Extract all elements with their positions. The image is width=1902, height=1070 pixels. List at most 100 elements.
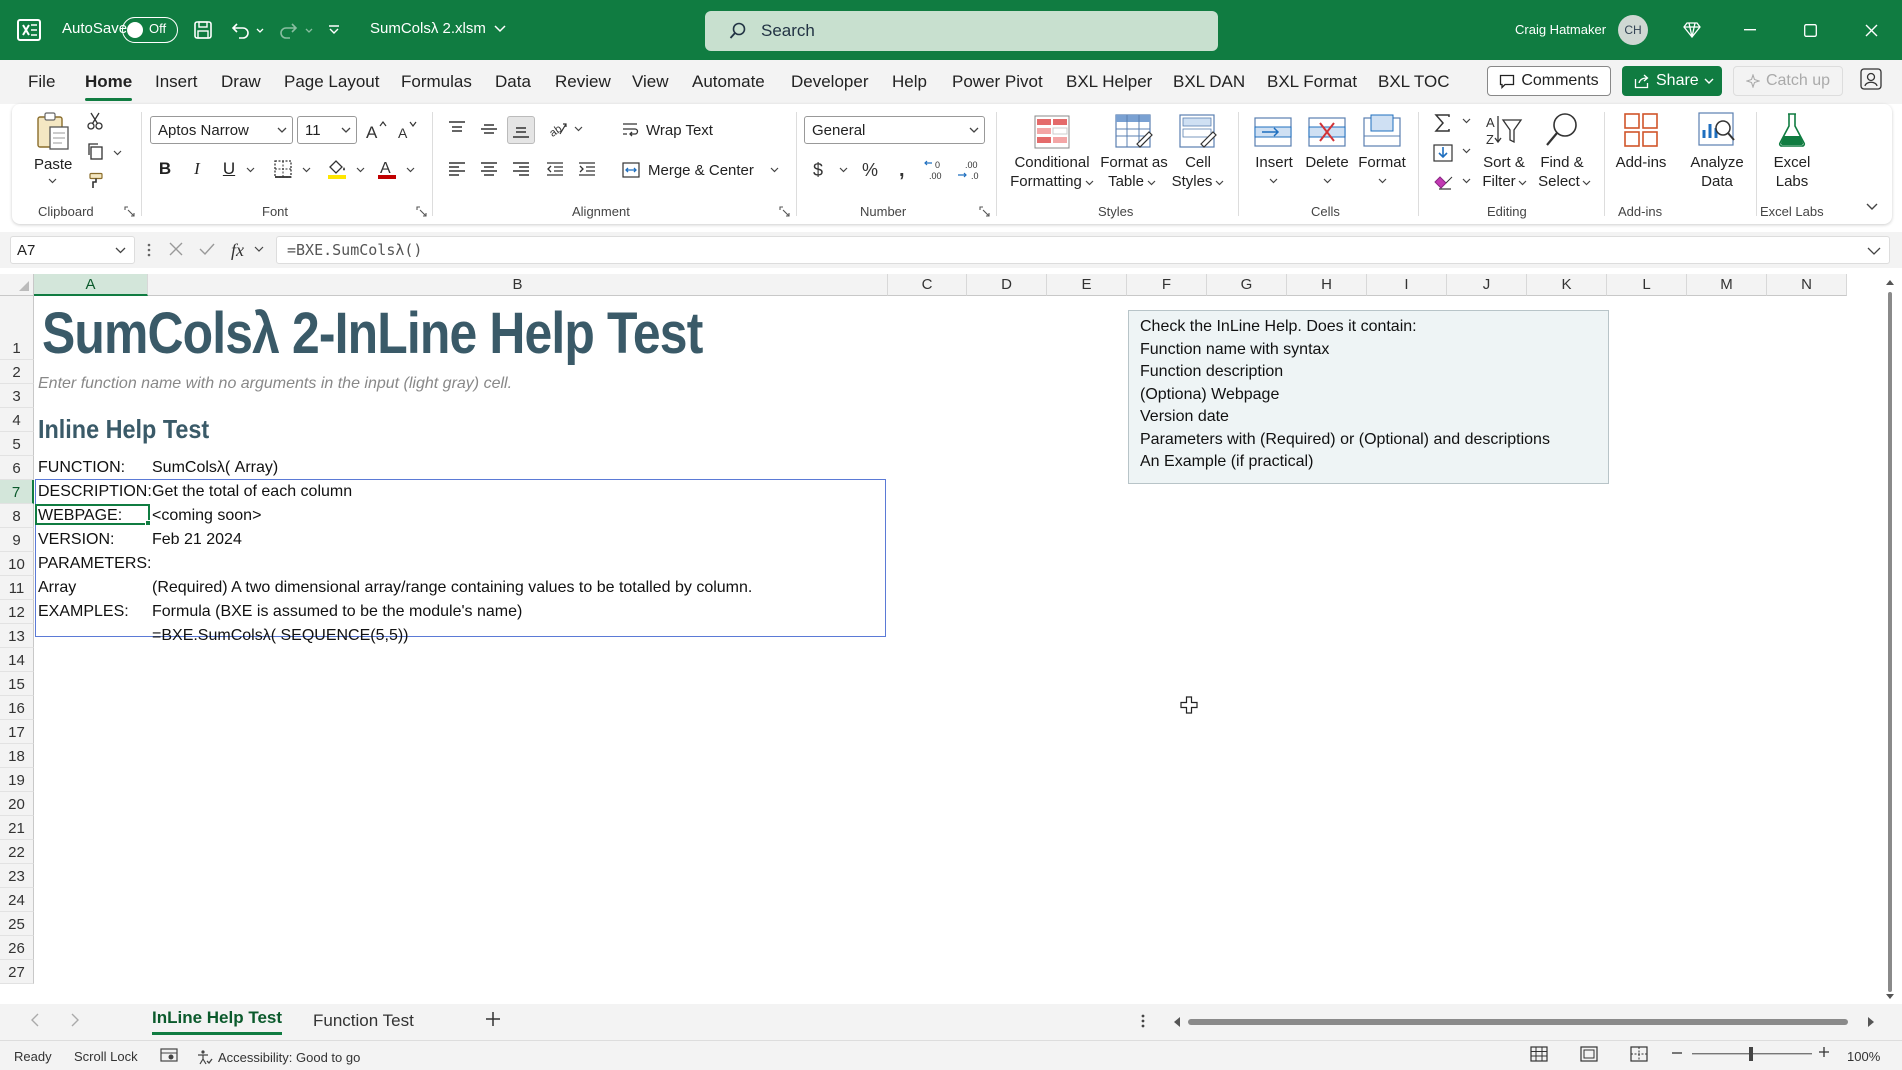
wrap-text-button[interactable]: Wrap Text <box>622 116 713 144</box>
row-header-1[interactable]: 1 <box>0 296 34 360</box>
name-box[interactable]: A7 <box>10 236 135 264</box>
delete-dropdown-icon[interactable] <box>1322 176 1332 186</box>
help-value-cell[interactable]: <coming soon> <box>152 507 261 525</box>
fill-color-dropdown-icon[interactable] <box>354 165 366 175</box>
italic-button[interactable]: I <box>184 155 210 183</box>
font-size-select[interactable]: 11 <box>297 116 357 144</box>
help-value-cell[interactable]: Get the total of each column <box>152 483 352 501</box>
status-scroll-lock[interactable]: Scroll Lock <box>74 1049 138 1064</box>
column-header-k[interactable]: K <box>1527 274 1607 296</box>
orientation-icon[interactable]: ab <box>545 116 571 142</box>
select-all-corner[interactable] <box>0 274 34 296</box>
tab-page-layout[interactable]: Page Layout <box>284 72 379 92</box>
row-header-16[interactable]: 16 <box>0 696 34 720</box>
row-header-18[interactable]: 18 <box>0 744 34 768</box>
tab-home[interactable]: Home <box>85 72 133 101</box>
row-header-22[interactable]: 22 <box>0 840 34 864</box>
tab-bxl-dan[interactable]: BXL DAN <box>1173 72 1245 92</box>
row-header-19[interactable]: 19 <box>0 768 34 792</box>
tab-file[interactable]: File <box>28 72 55 92</box>
row-header-14[interactable]: 14 <box>0 648 34 672</box>
avatar[interactable]: CH <box>1618 15 1648 45</box>
column-header-c[interactable]: C <box>888 274 967 296</box>
more-options-icon[interactable] <box>1141 1013 1149 1031</box>
insert-cells-label[interactable]: Insert <box>1254 153 1294 172</box>
sheet-tab-inline-help-test[interactable]: InLine Help Test <box>152 1008 283 1035</box>
row-header-13[interactable]: 13 <box>0 624 34 648</box>
column-header-f[interactable]: F <box>1127 274 1207 296</box>
autosave-toggle[interactable]: Off <box>122 17 178 43</box>
fill-dropdown-icon[interactable] <box>1460 146 1472 156</box>
tab-power-pivot[interactable]: Power Pivot <box>952 72 1043 92</box>
format-as-table-dropdown-icon[interactable] <box>1146 178 1156 188</box>
insert-dropdown-icon[interactable] <box>1268 176 1278 186</box>
tab-bxl-toc[interactable]: BXL TOC <box>1378 72 1450 92</box>
row-header-3[interactable]: 3 <box>0 384 34 408</box>
borders-icon[interactable] <box>270 155 296 183</box>
tab-help[interactable]: Help <box>892 72 927 92</box>
cell-styles-label-2[interactable]: Styles <box>1166 172 1218 191</box>
tab-view[interactable]: View <box>632 72 669 92</box>
top-align-icon[interactable] <box>444 116 470 142</box>
row-header-12[interactable]: 12 <box>0 600 34 624</box>
cancel-entry-icon[interactable] <box>168 241 186 259</box>
row-header-21[interactable]: 21 <box>0 816 34 840</box>
row-header-27[interactable]: 27 <box>0 960 34 984</box>
help-value-cell[interactable]: Feb 21 2024 <box>152 531 242 549</box>
find-select-label-2[interactable]: Select <box>1534 172 1584 191</box>
add-ins-label[interactable]: Add-ins <box>1615 153 1667 172</box>
copy-icon[interactable] <box>84 140 106 162</box>
tab-bxl-format[interactable]: BXL Format <box>1267 72 1357 92</box>
format-as-table-label-1[interactable]: Format as <box>1098 153 1170 172</box>
increase-indent-icon[interactable] <box>574 156 600 182</box>
clear-dropdown-icon[interactable] <box>1460 176 1472 186</box>
find-select-dropdown-icon[interactable] <box>1581 178 1591 188</box>
sort-filter-label-2[interactable]: Filter <box>1478 172 1520 191</box>
row-header-25[interactable]: 25 <box>0 912 34 936</box>
cell-styles-dropdown-icon[interactable] <box>1214 178 1224 188</box>
conditional-formatting-icon[interactable] <box>1032 112 1072 152</box>
align-left-icon[interactable] <box>444 156 470 182</box>
analyze-data-icon[interactable] <box>1697 110 1737 150</box>
number-format-select[interactable]: General <box>804 116 985 144</box>
row-header-8[interactable]: 8 <box>0 504 34 528</box>
row-header-11[interactable]: 11 <box>0 576 34 600</box>
share-button[interactable]: Share <box>1622 66 1722 96</box>
row-header-7[interactable]: 7 <box>0 480 34 504</box>
paste-label[interactable]: Paste <box>34 155 72 174</box>
font-color-icon[interactable]: A <box>374 155 400 183</box>
increase-decimal-icon[interactable]: 0.00 <box>922 156 950 184</box>
decrease-indent-icon[interactable] <box>542 156 568 182</box>
zoom-slider[interactable] <box>1692 1045 1812 1063</box>
row-header-4[interactable]: 4 <box>0 408 34 432</box>
maximize-icon[interactable] <box>1787 15 1833 45</box>
worksheet-grid[interactable]: ABCDEFGHIJKLMN 1 2 3 4 5 6 7 8 9 10 11 12 13 14 15 16 17… <box>0 274 1902 1004</box>
alignment-dialog-launcher-icon[interactable] <box>779 206 791 218</box>
formula-input[interactable]: =BXE.SumColsλ() <box>276 236 1890 264</box>
share-dropdown-icon[interactable] <box>1704 78 1714 85</box>
column-header-a[interactable]: A <box>34 274 148 296</box>
format-dropdown-icon[interactable] <box>1377 176 1387 186</box>
column-header-g[interactable]: G <box>1207 274 1287 296</box>
comma-style-icon[interactable]: , <box>892 156 914 184</box>
premium-diamond-icon[interactable] <box>1680 18 1704 42</box>
column-header-i[interactable]: I <box>1367 274 1447 296</box>
help-label-cell[interactable]: VERSION: <box>38 531 114 549</box>
conditional-formatting-label-1[interactable]: Conditional <box>1010 153 1094 172</box>
merge-dropdown-icon[interactable] <box>768 165 780 175</box>
close-icon[interactable] <box>1848 15 1894 45</box>
underline-dropdown-icon[interactable] <box>244 165 256 175</box>
decrease-decimal-icon[interactable]: .00.0 <box>956 156 984 184</box>
help-label-cell[interactable]: DESCRIPTION: <box>38 483 152 501</box>
borders-dropdown-icon[interactable] <box>300 165 312 175</box>
decrease-font-size-icon[interactable]: A <box>395 116 421 144</box>
copy-dropdown-icon[interactable] <box>111 148 123 158</box>
tab-data[interactable]: Data <box>495 72 531 92</box>
autosum-dropdown-icon[interactable] <box>1460 116 1472 126</box>
row-header-24[interactable]: 24 <box>0 888 34 912</box>
help-label-cell[interactable]: WEBPAGE: <box>38 507 122 525</box>
column-header-e[interactable]: E <box>1047 274 1127 296</box>
cut-icon[interactable] <box>84 110 106 132</box>
align-right-icon[interactable] <box>508 156 534 182</box>
help-label-cell[interactable]: EXAMPLES: <box>38 603 129 621</box>
